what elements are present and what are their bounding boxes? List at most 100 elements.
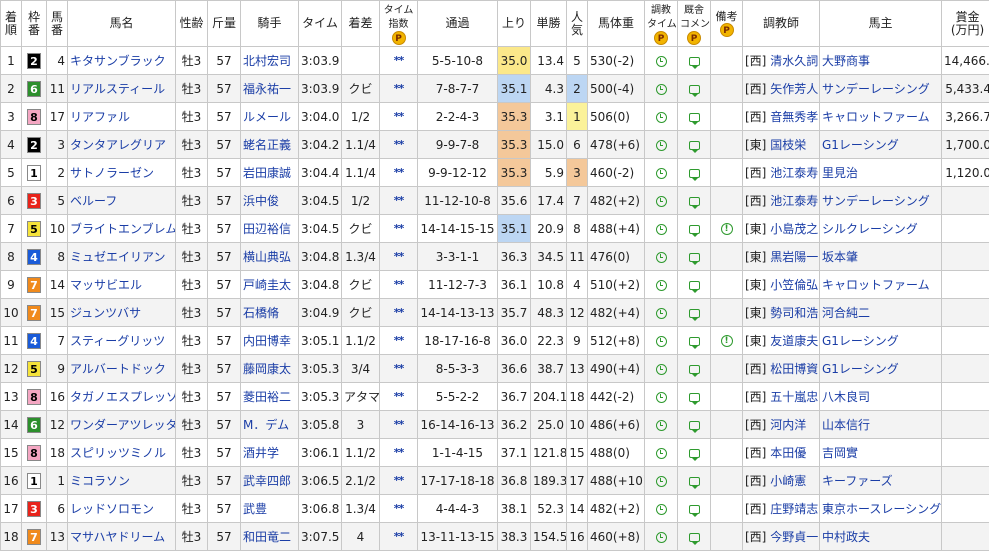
trainer-link[interactable]: 国枝栄 <box>770 138 806 152</box>
comment-bubble-icon[interactable] <box>689 337 700 346</box>
owner-link[interactable]: シルクレーシング <box>822 222 918 236</box>
owner-link[interactable]: キャロットファーム <box>822 278 930 292</box>
comment-bubble-icon[interactable] <box>689 533 700 542</box>
alert-icon[interactable]: ! <box>721 335 733 347</box>
clock-icon[interactable] <box>656 336 667 347</box>
jockey-link[interactable]: 岩田康誠 <box>243 166 291 180</box>
alert-icon[interactable]: ! <box>721 223 733 235</box>
time-index-hidden[interactable]: ** <box>394 418 404 431</box>
premium-icon[interactable]: P <box>720 23 734 37</box>
trainer-link[interactable]: 友道康夫 <box>770 334 818 348</box>
clock-icon[interactable] <box>656 112 667 123</box>
comment-bubble-icon[interactable] <box>689 281 700 290</box>
clock-icon[interactable] <box>656 532 667 543</box>
jockey-link[interactable]: 北村宏司 <box>243 54 291 68</box>
clock-icon[interactable] <box>656 280 667 291</box>
owner-link[interactable]: キャロットファーム <box>822 110 930 124</box>
clock-icon[interactable] <box>656 196 667 207</box>
owner-link[interactable]: 中村政夫 <box>822 530 870 544</box>
clock-icon[interactable] <box>656 56 667 67</box>
jockey-link[interactable]: 藤岡康太 <box>243 362 291 376</box>
horse-name-link[interactable]: ミュゼエイリアン <box>70 250 166 264</box>
horse-name-link[interactable]: タガノエスプレッソ <box>70 390 176 404</box>
horse-name-link[interactable]: スピリッツミノル <box>70 446 166 460</box>
horse-name-link[interactable]: ジュンツバサ <box>70 306 141 320</box>
owner-link[interactable]: G1レーシング <box>822 362 899 376</box>
trainer-link[interactable]: 小崎憲 <box>770 474 806 488</box>
time-index-hidden[interactable]: ** <box>394 54 404 67</box>
horse-name-link[interactable]: ミコラソン <box>70 474 130 488</box>
owner-link[interactable]: 吉岡實 <box>822 446 858 460</box>
owner-link[interactable]: サンデーレーシング <box>822 82 930 96</box>
jockey-link[interactable]: 横山典弘 <box>243 250 291 264</box>
trainer-link[interactable]: 庄野靖志 <box>770 502 818 516</box>
clock-icon[interactable] <box>656 364 667 375</box>
comment-bubble-icon[interactable] <box>689 141 700 150</box>
trainer-link[interactable]: 矢作芳人 <box>770 82 818 96</box>
time-index-hidden[interactable]: ** <box>394 138 404 151</box>
jockey-link[interactable]: M．デム <box>243 418 289 432</box>
trainer-link[interactable]: 池江泰寿 <box>770 166 818 180</box>
clock-icon[interactable] <box>656 168 667 179</box>
owner-link[interactable]: 里見治 <box>822 166 858 180</box>
horse-name-link[interactable]: マッサビエル <box>70 278 142 292</box>
owner-link[interactable]: 坂本肇 <box>822 250 858 264</box>
owner-link[interactable]: G1レーシング <box>822 334 899 348</box>
comment-bubble-icon[interactable] <box>689 505 700 514</box>
jockey-link[interactable]: 武幸四郎 <box>243 474 291 488</box>
clock-icon[interactable] <box>656 308 667 319</box>
horse-name-link[interactable]: スティーグリッツ <box>70 334 165 348</box>
clock-icon[interactable] <box>656 392 667 403</box>
horse-name-link[interactable]: ブライトエンブレム <box>70 222 176 236</box>
jockey-link[interactable]: 蛯名正義 <box>243 138 291 152</box>
comment-bubble-icon[interactable] <box>689 253 700 262</box>
owner-link[interactable]: キーファーズ <box>822 474 893 488</box>
comment-bubble-icon[interactable] <box>689 197 700 206</box>
jockey-link[interactable]: 菱田裕二 <box>243 390 291 404</box>
jockey-link[interactable]: 田辺裕信 <box>243 222 291 236</box>
horse-name-link[interactable]: タンタアレグリア <box>70 138 166 152</box>
time-index-hidden[interactable]: ** <box>394 222 404 235</box>
time-index-hidden[interactable]: ** <box>394 530 404 543</box>
horse-name-link[interactable]: ベルーフ <box>70 194 117 208</box>
time-index-hidden[interactable]: ** <box>394 502 404 515</box>
time-index-hidden[interactable]: ** <box>394 82 404 95</box>
premium-icon[interactable]: P <box>654 31 668 45</box>
jockey-link[interactable]: 武豊 <box>243 502 267 516</box>
trainer-link[interactable]: 河内洋 <box>770 418 806 432</box>
trainer-link[interactable]: 勢司和浩 <box>770 306 818 320</box>
comment-bubble-icon[interactable] <box>689 85 700 94</box>
time-index-hidden[interactable]: ** <box>394 306 404 319</box>
horse-name-link[interactable]: アルバートドック <box>70 362 166 376</box>
owner-link[interactable]: 東京ホースレーシング <box>822 502 941 516</box>
horse-name-link[interactable]: レッドソロモン <box>70 502 154 516</box>
clock-icon[interactable] <box>656 420 667 431</box>
time-index-hidden[interactable]: ** <box>394 390 404 403</box>
comment-bubble-icon[interactable] <box>689 309 700 318</box>
trainer-link[interactable]: 小笠倫弘 <box>770 278 818 292</box>
horse-name-link[interactable]: キタサンブラック <box>70 54 166 68</box>
horse-name-link[interactable]: リアルスティール <box>70 82 165 96</box>
owner-link[interactable]: 山本信行 <box>822 418 870 432</box>
clock-icon[interactable] <box>656 252 667 263</box>
time-index-hidden[interactable]: ** <box>394 334 404 347</box>
comment-bubble-icon[interactable] <box>689 393 700 402</box>
comment-bubble-icon[interactable] <box>689 421 700 430</box>
owner-link[interactable]: 八木良司 <box>822 390 870 404</box>
premium-icon[interactable]: P <box>687 31 701 45</box>
time-index-hidden[interactable]: ** <box>394 194 404 207</box>
owner-link[interactable]: G1レーシング <box>822 138 899 152</box>
horse-name-link[interactable]: ワンダーアツレッタ <box>70 418 176 432</box>
time-index-hidden[interactable]: ** <box>394 446 404 459</box>
trainer-link[interactable]: 池江泰寿 <box>770 194 818 208</box>
time-index-hidden[interactable]: ** <box>394 110 404 123</box>
clock-icon[interactable] <box>656 84 667 95</box>
jockey-link[interactable]: 浜中俊 <box>243 194 279 208</box>
horse-name-link[interactable]: サトノラーゼン <box>70 166 154 180</box>
jockey-link[interactable]: 福永祐一 <box>243 82 291 96</box>
trainer-link[interactable]: 松田博資 <box>770 362 818 376</box>
jockey-link[interactable]: 戸崎圭太 <box>243 278 291 292</box>
jockey-link[interactable]: 石橋脩 <box>243 306 279 320</box>
comment-bubble-icon[interactable] <box>689 365 700 374</box>
clock-icon[interactable] <box>656 476 667 487</box>
